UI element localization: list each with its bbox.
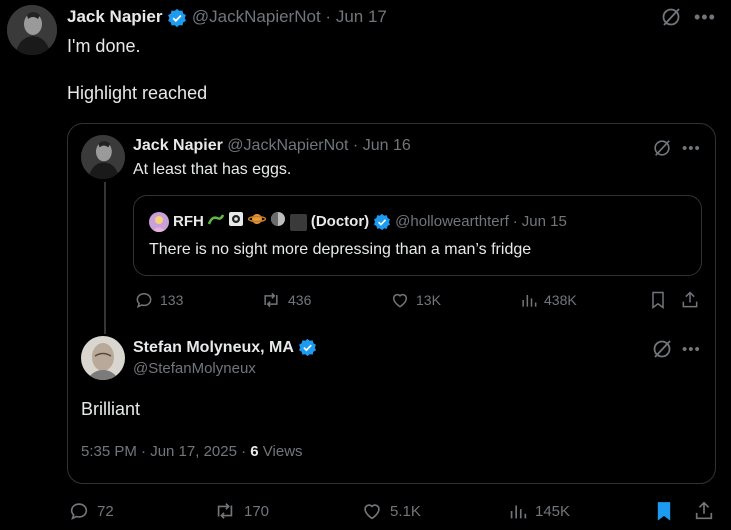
reply-count: 72 (97, 502, 114, 520)
more-options-icon[interactable]: ••• (682, 342, 701, 357)
share-button[interactable] (693, 500, 715, 527)
avatar-image (81, 336, 125, 380)
repost-button[interactable]: 170 (213, 500, 269, 522)
tweet-text-line: Highlight reached (67, 83, 208, 103)
more-options-icon[interactable]: ••• (682, 141, 701, 156)
bookmark-button[interactable] (654, 500, 674, 527)
views-icon (510, 505, 527, 519)
avatar-rfh[interactable] (149, 212, 169, 232)
author-name-prefix[interactable]: RFH (173, 212, 204, 232)
views-count: 145K (535, 502, 571, 520)
verified-badge-icon (299, 339, 317, 357)
like-count: 13K (416, 292, 441, 308)
tweet-date[interactable]: Jun 16 (363, 137, 411, 154)
grok-icon[interactable] (652, 138, 672, 163)
views-button[interactable]: 438K (520, 290, 577, 310)
views-button[interactable]: 145K (508, 500, 570, 522)
heart-icon (393, 293, 407, 308)
avatar-jack-napier-small[interactable] (81, 135, 125, 179)
saturn-emoji-icon (247, 211, 267, 233)
author-name-suffix[interactable]: (Doctor) (311, 212, 369, 232)
repost-icon (264, 292, 278, 308)
heart-icon (364, 504, 380, 520)
black-square-emoji-icon (289, 213, 307, 231)
separator: · (325, 7, 332, 26)
bookmark-icon (652, 291, 664, 309)
reply-button[interactable]: 133 (134, 290, 183, 310)
tweet-header: Jack Napier @JackNapierNot · Jun 17 (67, 5, 387, 29)
reply-text: Brilliant (81, 399, 141, 419)
reply-header: Stefan Molyneux, MA (133, 337, 317, 358)
inner-tweet-header: Jack Napier @JackNapierNot · Jun 16 (133, 135, 411, 157)
reply-icon (70, 503, 88, 520)
separator: · (512, 213, 518, 230)
author-name[interactable]: Jack Napier (133, 137, 223, 154)
bookmark-button[interactable] (649, 290, 667, 315)
grok-icon[interactable] (660, 6, 682, 33)
author-name[interactable]: Jack Napier (67, 7, 162, 26)
author-handle[interactable]: @hollowearthterf (395, 212, 509, 232)
verified-badge-icon (168, 8, 187, 27)
inner-tweet-text: At least that has eggs. (133, 161, 292, 178)
reply-meta: 5:35 PM · Jun 17, 2025 · 6 Views (81, 442, 303, 462)
grok-icon[interactable] (651, 338, 673, 365)
views-count: 438K (544, 292, 577, 308)
reply-count: 133 (160, 292, 184, 308)
thread-connector-line (104, 182, 106, 334)
tweet-text-line: I'm done. (67, 36, 141, 56)
avatar-stefan-molyneux[interactable] (81, 336, 125, 380)
verified-badge-icon (374, 213, 391, 231)
avatar-image (81, 135, 125, 179)
avatar-image (7, 5, 57, 55)
moon-emoji-icon (270, 211, 286, 233)
author-name[interactable]: Stefan Molyneux, MA (133, 339, 294, 356)
bookmark-filled-icon (657, 502, 671, 521)
separator: · (352, 137, 359, 154)
nested-quote-header: RFH (Doctor) @hollowearthterf · Jun 15 (149, 211, 567, 233)
like-button[interactable]: 5.1K (361, 500, 421, 522)
tweet-date[interactable]: Jun 17 (336, 7, 387, 26)
reply-button[interactable]: 72 (68, 500, 114, 522)
author-handle[interactable]: @JackNapierNot (227, 137, 348, 154)
lizard-emoji-icon (207, 212, 224, 232)
nested-quote-text: There is no sight more depressing than a… (149, 241, 532, 258)
author-handle[interactable]: @StefanMolyneux (133, 359, 256, 379)
more-options-icon[interactable]: ••• (694, 8, 716, 26)
views-count: 6 (250, 443, 259, 460)
share-button[interactable] (680, 290, 700, 315)
share-icon (682, 291, 698, 308)
repost-count: 170 (244, 502, 270, 520)
avatar-jack-napier[interactable] (7, 5, 57, 55)
like-count: 5.1K (390, 502, 421, 520)
timestamp[interactable]: 5:35 PM · Jun 17, 2025 · (81, 443, 246, 460)
repost-icon (217, 503, 233, 519)
repost-button[interactable]: 436 (260, 290, 311, 310)
author-handle[interactable]: @JackNapierNot (192, 7, 321, 26)
tweet-text: I'm done. Highlight reached (67, 33, 687, 127)
views-label: Views (262, 443, 303, 460)
views-icon (522, 295, 537, 307)
nested-quote-card[interactable] (133, 195, 702, 276)
share-icon (695, 501, 713, 520)
like-button[interactable]: 13K (390, 290, 441, 310)
tweet-date[interactable]: Jun 15 (522, 212, 567, 232)
reply-icon (136, 292, 152, 309)
repost-count: 436 (288, 292, 312, 308)
target-emoji-icon (228, 211, 244, 233)
